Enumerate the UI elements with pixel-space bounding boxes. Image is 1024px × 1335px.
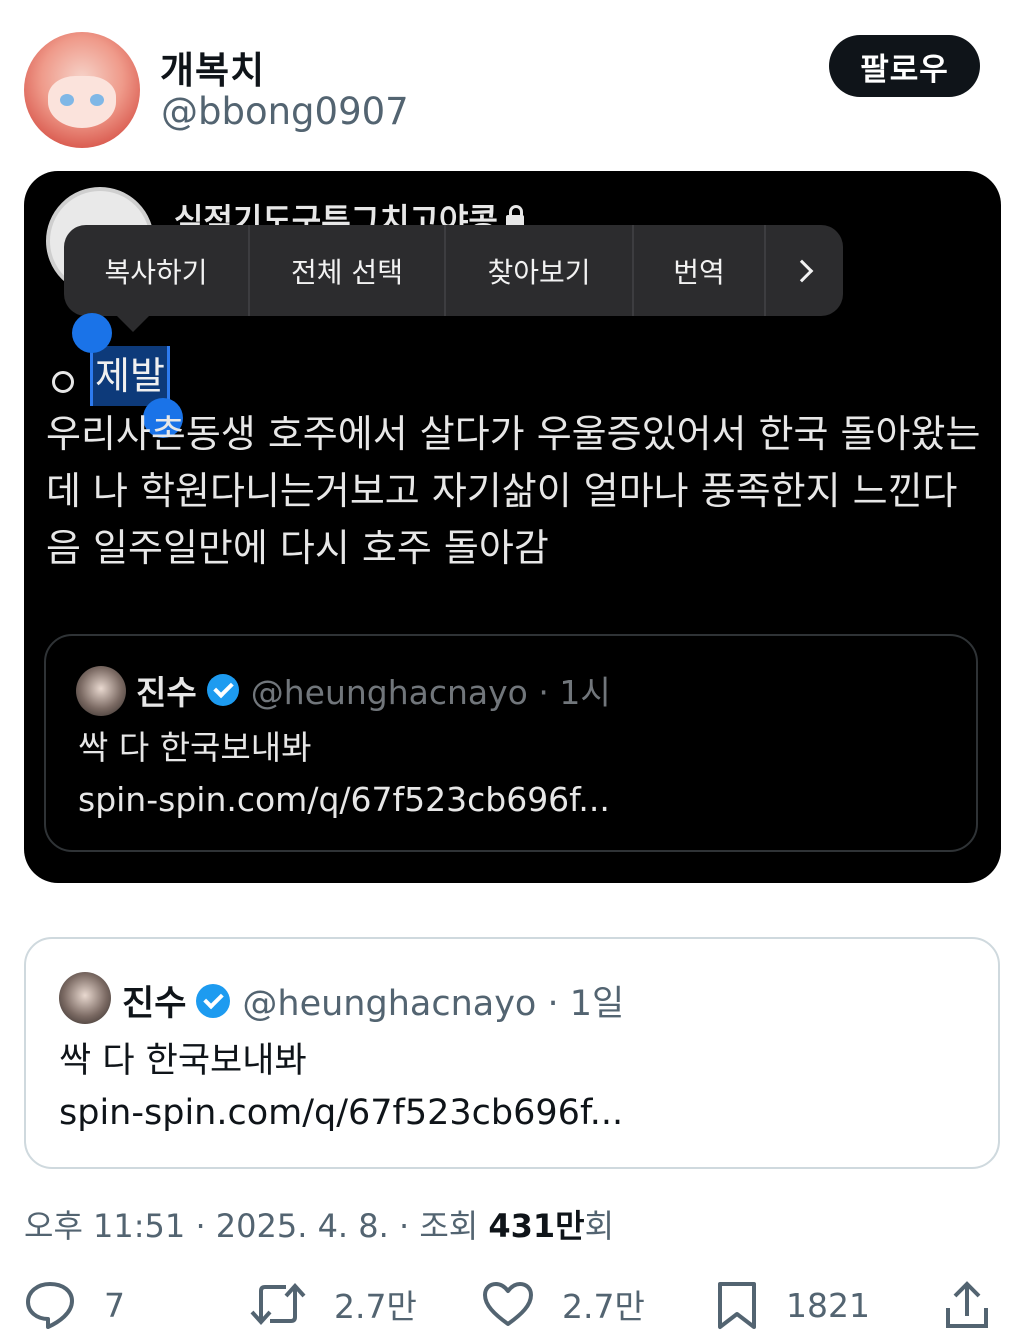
screenshot-quote-body: 싹 다 한국보내봐 xyxy=(78,728,312,767)
screenshot-quote-meta: @heunghacnayo · 1시 xyxy=(250,673,611,712)
view-count[interactable]: 431만 xyxy=(488,1207,584,1245)
quoted-header: 진수 @heunghacnayo · 1일 xyxy=(122,975,624,1026)
repost-icon xyxy=(250,1283,306,1325)
chevron-right-icon xyxy=(790,259,813,282)
screenshot-account-name-text: 심적기도구투그치고야콩 xyxy=(174,201,498,225)
screenshot-quote-text: 싹 다 한국보내봐 spin-spin.com/q/67f523cb696f..… xyxy=(78,722,610,826)
screenshot-body-text: 우리사촌동생 호주에서 살다가 우울증있어서 한국 돌아왔는데 나 학원다니는거… xyxy=(46,412,981,570)
tweet-timestamp-views: 오후 11:51 · 2025. 4. 8. · 조회 431만회 xyxy=(24,1201,614,1247)
reply-button[interactable]: 7 xyxy=(24,1280,125,1330)
context-menu: 복사하기 전체 선택 찾아보기 번역 xyxy=(64,225,843,332)
like-button[interactable]: 2.7만 xyxy=(482,1280,645,1328)
view-suffix: 회 xyxy=(584,1207,615,1245)
bullet-circle-icon xyxy=(52,371,74,393)
context-menu-copy: 복사하기 xyxy=(64,225,250,316)
screenshot-quote-avatar xyxy=(76,666,126,716)
repost-button[interactable]: 2.7만 xyxy=(250,1280,417,1328)
lock-icon xyxy=(505,205,524,225)
avatar-eye xyxy=(60,94,74,106)
repost-count: 2.7만 xyxy=(334,1287,417,1326)
screenshot-account-name: 심적기도구투그치고야콩 xyxy=(174,195,524,225)
screenshot-quote-link: spin-spin.com/q/67f523cb696f... xyxy=(78,780,610,819)
attached-screenshot[interactable]: 심적기도구투그치고야콩 복사하기 전체 선택 찾아보기 번역 제발 우리사촌동생… xyxy=(24,171,1001,883)
share-button[interactable] xyxy=(944,1280,990,1330)
quoted-text: 싹 다 한국보내봐 spin-spin.com/q/67f523cb696f..… xyxy=(59,1035,623,1139)
bookmark-count: 1821 xyxy=(786,1285,870,1325)
quoted-body: 싹 다 한국보내봐 xyxy=(59,1041,307,1081)
context-menu-more xyxy=(766,225,843,316)
verified-badge-icon xyxy=(206,674,239,706)
follow-button[interactable]: 팔로우 xyxy=(829,35,980,97)
heart-icon xyxy=(483,1282,533,1326)
author-display-name[interactable]: 개복치 xyxy=(160,40,265,94)
selection-handle-start xyxy=(72,313,112,353)
like-count: 2.7만 xyxy=(562,1287,645,1326)
screenshot-quote-card: 진수 @heunghacnayo · 1시 싹 다 한국보내봐 spin-spi… xyxy=(44,634,978,852)
action-bar: 7 2.7만 2.7만 1821 xyxy=(0,1280,1024,1335)
screenshot-quote-header: 진수 @heunghacnayo · 1시 xyxy=(136,666,611,714)
context-menu-select-all: 전체 선택 xyxy=(250,225,446,316)
reply-count: 7 xyxy=(104,1285,125,1325)
timestamp-text: 오후 11:51 · 2025. 4. 8. · 조회 xyxy=(24,1207,489,1245)
context-menu-look-up: 찾아보기 xyxy=(446,225,634,316)
quoted-link[interactable]: spin-spin.com/q/67f523cb696f... xyxy=(59,1087,623,1139)
author-handle[interactable]: @bbong0907 xyxy=(161,90,409,133)
quoted-avatar xyxy=(59,972,111,1024)
author-avatar[interactable] xyxy=(24,32,140,148)
quoted-tweet[interactable]: 진수 @heunghacnayo · 1일 싹 다 한국보내봐 spin-spi… xyxy=(24,937,1000,1169)
avatar-eye xyxy=(90,94,104,106)
quoted-meta: @heunghacnayo · 1일 xyxy=(242,984,625,1024)
quoted-name: 진수 xyxy=(122,984,187,1024)
bookmark-icon xyxy=(718,1282,756,1329)
screenshot-quote-name: 진수 xyxy=(136,673,197,712)
context-menu-translate: 번역 xyxy=(634,225,766,316)
selected-text: 제발 xyxy=(90,346,170,406)
reply-icon xyxy=(26,1282,74,1329)
bookmark-button[interactable]: 1821 xyxy=(716,1280,870,1330)
share-icon xyxy=(946,1281,988,1328)
avatar-face xyxy=(48,76,116,128)
verified-badge-icon xyxy=(196,983,231,1018)
